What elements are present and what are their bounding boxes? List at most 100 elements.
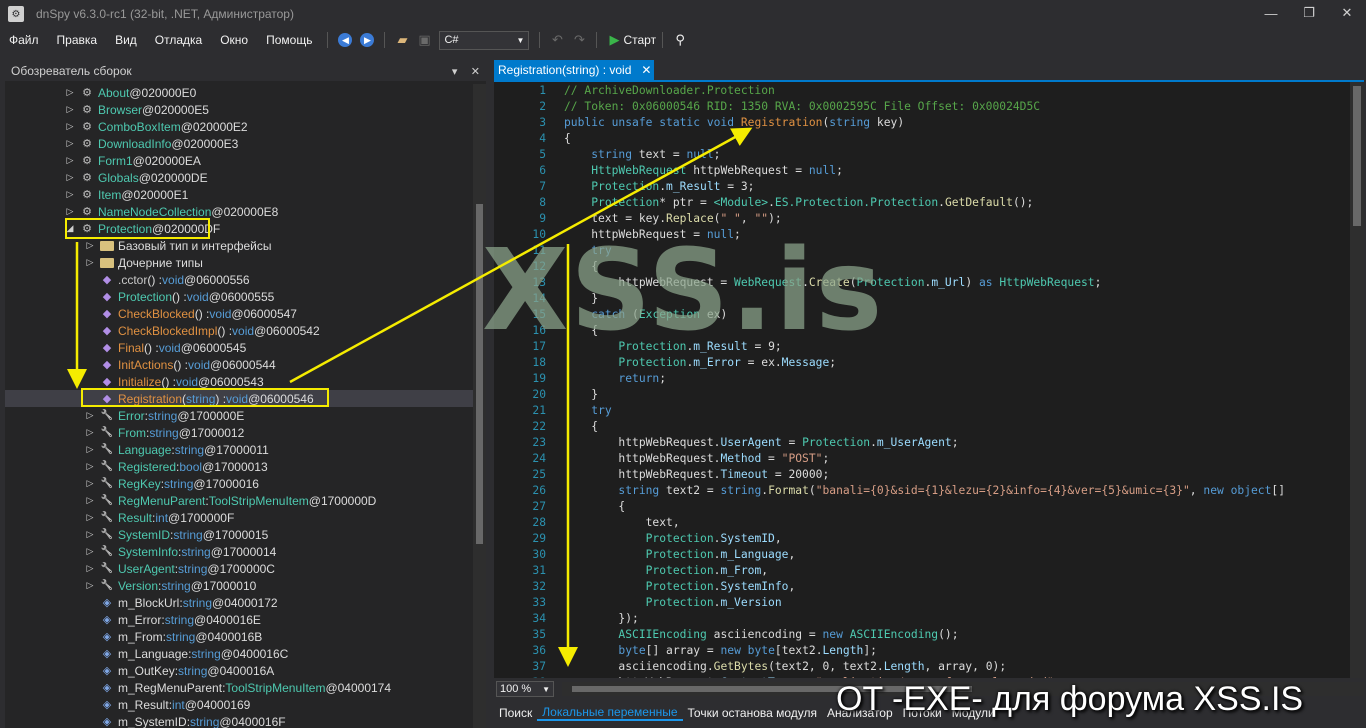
tab-module-breakpoints[interactable]: Точки останова модуля [683,706,823,720]
tree-node[interactable]: ▷ ⚙ DownloadInfo @020000E3 [5,135,473,152]
tree-node[interactable]: ▷ 🔧 Registered : bool @17000013 [5,458,473,475]
tab-close-icon[interactable]: ✕ [641,63,651,77]
save-icon[interactable]: ▣ [414,30,434,50]
undo-icon[interactable]: ↶ [547,30,567,50]
tree-node[interactable]: ▷ 🔧 SystemID : string @17000015 [5,526,473,543]
code-line[interactable]: 9 text = key.Replace(" ", ""); [494,211,1350,227]
tree-node[interactable]: ▷ ⚙ NameNodeCollection @020000E8 [5,203,473,220]
tree-node[interactable]: ▷ 🔧 Version : string @17000010 [5,577,473,594]
tree-node[interactable]: ◆ Final() : void @06000545 [5,339,473,356]
panel-menu-icon[interactable]: ▾ [452,66,458,78]
code-line[interactable]: 31 Protection.m_From, [494,563,1350,579]
code-line[interactable]: 24 httpWebRequest.Method = "POST"; [494,451,1350,467]
forward-icon[interactable]: ▶ [357,30,377,50]
tree-node[interactable]: ◆ CheckBlockedImpl() : void @06000542 [5,322,473,339]
expanded-arrow-icon[interactable]: ◢ [65,223,75,234]
scrollbar-thumb[interactable] [476,204,483,544]
menu-edit[interactable]: Правка [48,33,107,47]
tree-node[interactable]: ◈ m_Error : string @0400016E [5,611,473,628]
tree-node[interactable]: ◆ .cctor() : void @06000556 [5,271,473,288]
expand-arrow-icon[interactable]: ▷ [85,257,95,268]
panel-close-icon[interactable]: ✕ [471,66,480,78]
tree-node[interactable]: ◆ CheckBlocked() : void @06000547 [5,305,473,322]
code-line[interactable]: 8 Protection* ptr = <Module>.ES.Protecti… [494,195,1350,211]
code-line[interactable]: 23 httpWebRequest.UserAgent = Protection… [494,435,1350,451]
tab-registration[interactable]: Registration(string) : void ✕ [494,60,654,80]
code-line[interactable]: 36 byte[] array = new byte[text2.Length]… [494,643,1350,659]
tree-node[interactable]: ▷ ⚙ Globals @020000DE [5,169,473,186]
code-line[interactable]: 18 Protection.m_Error = ex.Message; [494,355,1350,371]
code-line[interactable]: 12 { [494,259,1350,275]
expand-arrow-icon[interactable]: ▷ [85,427,95,438]
expand-arrow-icon[interactable]: ▷ [65,121,75,132]
menu-file[interactable]: Файл [0,33,48,47]
expand-arrow-icon[interactable]: ▷ [85,478,95,489]
tree-node[interactable]: ◆ Initialize() : void @06000543 [5,373,473,390]
tree-node[interactable]: ▷ Базовый тип и интерфейсы [5,237,473,254]
code-line[interactable]: 30 Protection.m_Language, [494,547,1350,563]
menu-view[interactable]: Вид [106,33,146,47]
tree-node[interactable]: ◈ m_OutKey : string @0400016A [5,662,473,679]
code-line[interactable]: 17 Protection.m_Result = 9; [494,339,1350,355]
code-line[interactable]: 29 Protection.SystemID, [494,531,1350,547]
tree-node[interactable]: ▷ 🔧 RegKey : string @17000016 [5,475,473,492]
tab-analyzer[interactable]: Анализатор [822,706,898,720]
tree-node[interactable]: ◈ m_BlockUrl : string @04000172 [5,594,473,611]
redo-icon[interactable]: ↷ [569,30,589,50]
tree-node[interactable]: ◆ Protection() : void @06000555 [5,288,473,305]
menu-debug[interactable]: Отладка [146,33,211,47]
code-line[interactable]: 37 asciiencoding.GetBytes(text2, 0, text… [494,659,1350,675]
tree-node[interactable]: ▷ ⚙ ComboBoxItem @020000E2 [5,118,473,135]
code-line[interactable]: 35 ASCIIEncoding asciiencoding = new ASC… [494,627,1350,643]
code-line[interactable]: 3 public unsafe static void Registration(… [494,115,1350,131]
tree-node[interactable]: ◆ InitActions() : void @06000544 [5,356,473,373]
code-line[interactable]: 25 httpWebRequest.Timeout = 20000; [494,467,1350,483]
expand-arrow-icon[interactable]: ▷ [65,104,75,115]
open-folder-icon[interactable]: ▰ [392,30,412,50]
tree-scrollbar[interactable] [473,84,486,728]
tree-node[interactable]: ▷ 🔧 UserAgent : string @1700000C [5,560,473,577]
language-select[interactable]: C# ▼ [439,30,530,50]
code-line[interactable]: 15 catch (Exception ex) [494,307,1350,323]
expand-arrow-icon[interactable]: ▷ [85,512,95,523]
code-line[interactable]: 14 } [494,291,1350,307]
tree-node[interactable]: ▷ 🔧 RegMenuParent : ToolStripMenuItem @170… [5,492,473,509]
minimize-button[interactable]: — [1252,0,1290,26]
code-line[interactable]: 21 try [494,403,1350,419]
code-line[interactable]: 5 string text = null; [494,147,1350,163]
tab-search[interactable]: Поиск [494,706,537,720]
expand-arrow-icon[interactable]: ▷ [85,461,95,472]
code-line[interactable]: 32 Protection.SystemInfo, [494,579,1350,595]
code-line[interactable]: 4{ [494,131,1350,147]
tree-node[interactable]: ◈ m_Result : int @04000169 [5,696,473,713]
code-line[interactable]: 22 { [494,419,1350,435]
menu-window[interactable]: Окно [211,33,257,47]
menu-help[interactable]: Помощь [257,33,321,47]
tree-node[interactable]: ▷ ⚙ About @020000E0 [5,84,473,101]
expand-arrow-icon[interactable]: ▷ [85,546,95,557]
editor-horizontal-scrollbar[interactable] [562,682,1364,696]
maximize-button[interactable]: ❐ [1290,0,1328,26]
tree-node[interactable]: ◈ m_SystemID : string @0400016F [5,713,473,728]
code-line[interactable]: 28 text, [494,515,1350,531]
tree-node[interactable]: ▷ ⚙ Browser @020000E5 [5,101,473,118]
expand-arrow-icon[interactable]: ▷ [85,529,95,540]
zoom-select[interactable]: 100 % ▼ [496,681,554,697]
close-window-button[interactable]: ✕ [1328,0,1366,26]
tree-node[interactable]: ▷ 🔧 SystemInfo : string @17000014 [5,543,473,560]
expand-arrow-icon[interactable]: ▷ [65,138,75,149]
expand-arrow-icon[interactable]: ▷ [65,87,75,98]
code-line[interactable]: 19 return; [494,371,1350,387]
tree-node[interactable]: ▷ ⚙ Item @020000E1 [5,186,473,203]
expand-arrow-icon[interactable]: ▷ [85,444,95,455]
expand-arrow-icon[interactable]: ▷ [85,495,95,506]
tree-node[interactable]: ▷ 🔧 Error : string @1700000E [5,407,473,424]
code-line[interactable]: 27 { [494,499,1350,515]
tree-node[interactable]: ◢ ⚙ Protection @020000DF [5,220,473,237]
code-line[interactable]: 10 httpWebRequest = null; [494,227,1350,243]
tree-node[interactable]: ◈ m_From : string @0400016B [5,628,473,645]
tree-node[interactable]: ▷ Дочерние типы [5,254,473,271]
code-line[interactable]: 20 } [494,387,1350,403]
tab-locals[interactable]: Локальные переменные [537,705,683,721]
tree-node[interactable]: ◈ m_Language : string @0400016C [5,645,473,662]
